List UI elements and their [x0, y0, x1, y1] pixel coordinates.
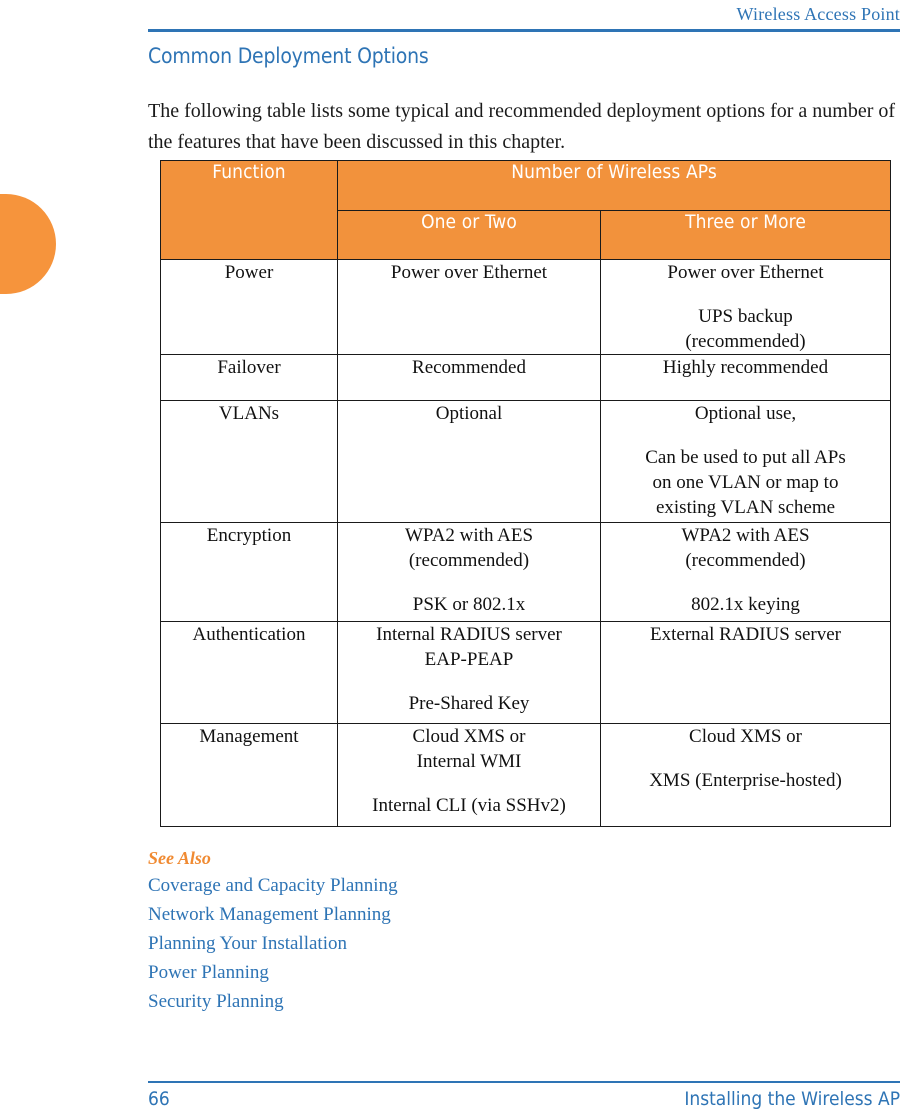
table-cell-function: Failover	[160, 354, 338, 401]
see-also-link-3[interactable]: Planning Your Installation	[148, 929, 748, 958]
running-header-title: Wireless Access Point	[736, 4, 900, 24]
cell-line: (recommended)	[408, 550, 530, 571]
table-header-one-or-two: One or Two	[337, 209, 601, 260]
table-cell-three-or-more: External RADIUS server	[599, 621, 892, 724]
cell-line: (recommended)	[685, 550, 806, 571]
table-cell-function: Encryption	[160, 522, 338, 622]
table-cell-three-or-more: WPA2 with AES (recommended) 802.1x keying	[599, 522, 892, 622]
deployment-options-table: Function Number of Wireless APs One or T…	[160, 160, 892, 827]
cell-line: PSK or 802.1x	[412, 594, 526, 615]
cell-line: UPS backup	[698, 306, 793, 327]
table-row: Failover Recommended Highly recommended	[160, 354, 892, 401]
cell-line: Cloud XMS or	[689, 726, 802, 747]
chapter-thumb-tab	[0, 194, 56, 294]
cell-line: Can be used to put all APs	[645, 447, 846, 468]
cell-line: Power over Ethernet	[667, 262, 824, 283]
cell-line: XMS (Enterprise-hosted)	[649, 770, 842, 791]
cell-line: Power	[224, 262, 274, 283]
table-cell-function: VLANs	[160, 400, 338, 523]
see-also-label: See Also	[148, 848, 211, 868]
cell-line: VLANs	[218, 403, 280, 424]
table-cell-three-or-more: Power over Ethernet UPS backup (recommende…	[599, 259, 892, 355]
table-header-group: Number of Wireless APs	[336, 160, 892, 211]
cell-line: Authentication	[192, 624, 306, 645]
see-also-link-list: Coverage and Capacity Planning Network Ma…	[148, 871, 748, 1016]
cell-line: Recommended	[412, 357, 526, 378]
table-header-three-or-more: Three or More	[599, 209, 892, 260]
see-also-link-2[interactable]: Network Management Planning	[148, 900, 748, 929]
cell-line: existing VLAN scheme	[655, 497, 836, 518]
header-divider	[148, 29, 900, 32]
table-row: Power Power over Ethernet Power over Ether…	[160, 259, 892, 355]
table-row: Management Cloud XMS or Internal WMI Intern…	[160, 723, 892, 827]
cell-line: Optional use,	[694, 403, 797, 424]
page-footer: 66 Installing the Wireless AP	[148, 1088, 900, 1114]
footer-section-title: Installing the Wireless AP	[684, 1088, 900, 1110]
table-row: Encryption WPA2 with AES (recommended) PSK …	[160, 522, 892, 622]
intro-paragraph: The following table lists some typical a…	[148, 100, 896, 153]
cell-line: Pre-Shared Key	[408, 693, 530, 714]
cell-line: WPA2 with AES	[681, 525, 810, 546]
table-header-row-1: Function Number of Wireless APs	[160, 160, 892, 260]
table-cell-three-or-more: Highly recommended	[599, 354, 892, 401]
page-title: Common Deployment Options	[148, 44, 429, 68]
table-cell-function: Authentication	[160, 621, 338, 724]
see-also-block: See Also Coverage and Capacity Planning N…	[148, 848, 748, 1016]
see-also-link-1[interactable]: Coverage and Capacity Planning	[148, 871, 748, 900]
cell-line: EAP-PEAP	[424, 649, 514, 670]
table-cell-one-or-two: Recommended	[337, 354, 601, 401]
see-also-link-5[interactable]: Security Planning	[148, 987, 748, 1016]
cell-line: Internal WMI	[416, 751, 522, 772]
cell-line: Encryption	[206, 525, 292, 546]
cell-line: External RADIUS server	[650, 624, 842, 645]
cell-line: Failover	[217, 357, 281, 378]
table-cell-one-or-two: Cloud XMS or Internal WMI Internal CLI (vi…	[337, 723, 601, 827]
cell-line: WPA2 with AES	[404, 525, 534, 546]
table-cell-three-or-more: Optional use, Can be used to put all APs o…	[599, 400, 892, 523]
table-cell-one-or-two: Optional	[337, 400, 601, 523]
table-cell-function: Management	[160, 723, 338, 827]
cell-line: Management	[199, 726, 299, 747]
cell-line: Highly recommended	[662, 357, 829, 378]
cell-line: 802.1x keying	[691, 594, 800, 615]
table-cell-one-or-two: WPA2 with AES (recommended) PSK or 802.1x	[337, 522, 601, 622]
table-cell-one-or-two: Power over Ethernet	[337, 259, 601, 355]
see-also-link-4[interactable]: Power Planning	[148, 958, 748, 987]
cell-line: (recommended)	[685, 331, 806, 352]
table-body: Power Power over Ethernet Power over Ether…	[160, 259, 892, 827]
footer-page-number: 66	[148, 1088, 170, 1110]
cell-line: on one VLAN or map to	[652, 472, 839, 493]
table-cell-one-or-two: Internal RADIUS server EAP-PEAP Pre-Shared…	[337, 621, 601, 724]
cell-line: Optional	[435, 403, 503, 424]
table-cell-function: Power	[160, 259, 338, 355]
table-row: VLANs Optional Optional use, Can be used to…	[160, 400, 892, 523]
table-row: Authentication Internal RADIUS server EAP-…	[160, 621, 892, 724]
table-cell-three-or-more: Cloud XMS or XMS (Enterprise-hosted)	[599, 723, 892, 827]
cell-line: Power over Ethernet	[390, 262, 548, 283]
cell-line: Internal RADIUS server	[376, 624, 562, 645]
table-header-function: Function	[160, 160, 338, 260]
running-header: Wireless Access Point	[148, 4, 900, 25]
cell-line: Internal CLI (via SSHv2)	[372, 795, 566, 816]
cell-line: Cloud XMS or	[412, 726, 526, 747]
footer-divider	[148, 1081, 900, 1083]
